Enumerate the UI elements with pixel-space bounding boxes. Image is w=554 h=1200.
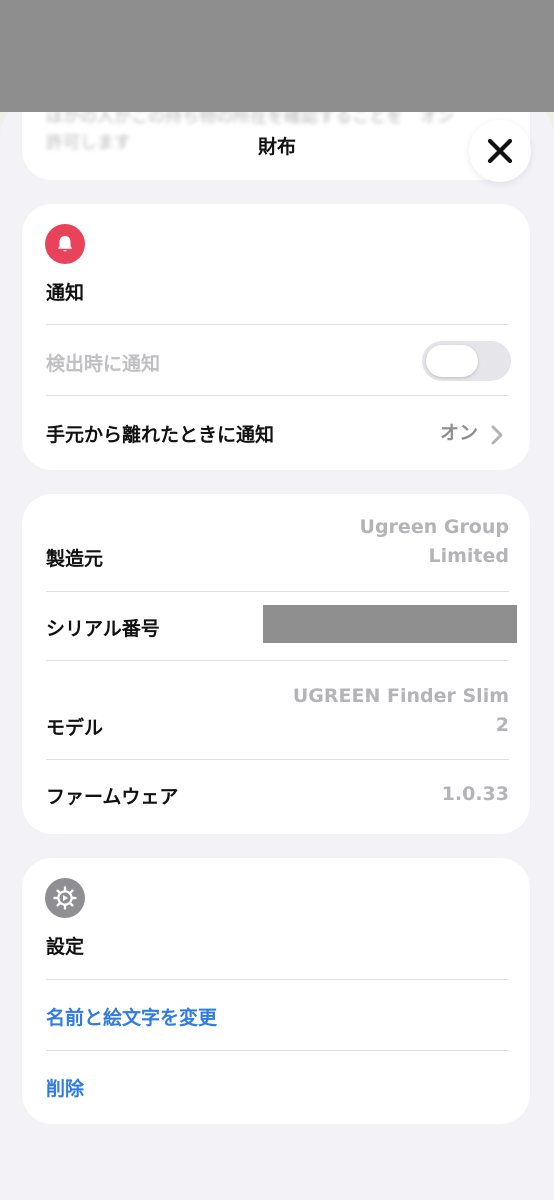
divider [46,324,509,325]
settings-title: 設定 [46,936,85,958]
notify-left-behind-label: 手元から離れたときに通知 [46,424,275,446]
settings-badge [45,878,85,918]
serial-number-redacted [263,605,517,643]
divider [46,660,509,661]
notification-badge [45,224,85,264]
notify-left-behind-value: オン [439,422,478,444]
firmware-label: ファームウェア [46,786,179,808]
bell-icon [57,236,73,252]
model-value: UGREEN Finder Slim 2 [292,685,509,736]
divider [46,979,509,980]
notifications-title: 通知 [46,282,85,304]
toggle-knob [426,345,478,377]
chevron-right-icon [491,425,503,445]
notifications-card: 通知 検出時に通知 手元から離れたときに通知 オン [22,204,530,470]
divider [46,759,509,760]
delete-item-link[interactable]: 削除 [46,1074,84,1101]
divider [46,591,509,592]
gear-icon [53,886,77,910]
settings-card: 設定 名前と絵文字を変更 削除 [22,858,530,1124]
close-icon [487,138,513,164]
manufacturer-value: Ugreen Group Limited [359,516,509,567]
close-button[interactable] [469,120,531,182]
notify-left-behind-row[interactable]: 手元から離れたときに通知 オン [22,396,530,470]
item-detail-sheet: ほかの人がこの持ち物の所在を確認することを オン 許可します 財布 通知 検出時… [0,100,554,1200]
firmware-value: 1.0.33 [441,783,509,805]
divider [46,1050,509,1051]
manufacturer-label: 製造元 [46,548,104,570]
device-info-card: 製造元 Ugreen Group Limited シリアル番号 モデル UGRE… [22,494,530,834]
notify-when-found-toggle[interactable] [422,341,511,381]
serial-number-label: シリアル番号 [46,618,160,640]
notify-when-found-label: 検出時に通知 [46,353,161,375]
model-label: モデル [46,717,104,739]
rename-emoji-link[interactable]: 名前と絵文字を変更 [46,1003,217,1030]
redacted-status-bar [0,0,554,112]
